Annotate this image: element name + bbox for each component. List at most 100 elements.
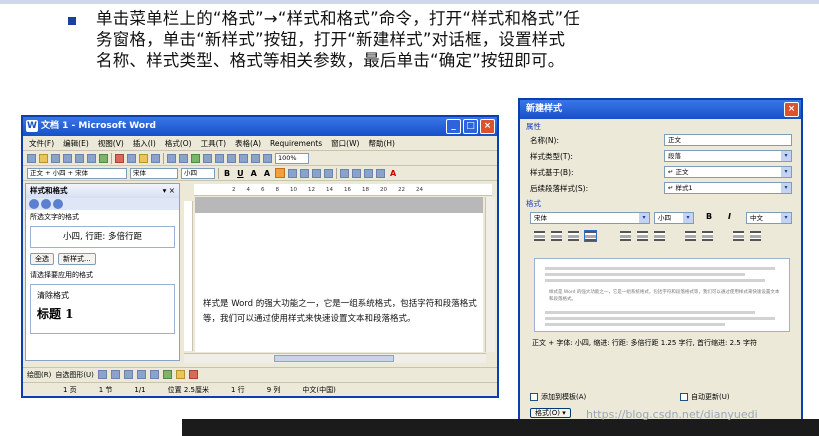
save-icon[interactable] xyxy=(51,153,60,163)
vertical-scrollbar[interactable] xyxy=(485,197,495,352)
menu-tools[interactable]: 工具(T) xyxy=(201,136,226,150)
dialog-close-button[interactable]: × xyxy=(784,102,799,117)
menu-window[interactable]: 窗口(W) xyxy=(331,136,359,150)
dialog-title-bar[interactable]: 新建样式 × xyxy=(520,100,801,119)
select-all-button[interactable]: 全选 xyxy=(30,253,54,265)
menu-help[interactable]: 帮助(H) xyxy=(368,136,395,150)
autoshape-menu[interactable]: 自选图形(U) xyxy=(55,370,94,380)
copy-icon[interactable] xyxy=(127,153,136,163)
decrease-indent-icon[interactable] xyxy=(364,168,374,178)
single-spacing-icon[interactable] xyxy=(620,231,631,241)
format-painter-icon[interactable] xyxy=(151,153,160,163)
double-spacing-icon[interactable] xyxy=(654,231,665,241)
add-template-checkbox[interactable]: 添加到模板(A) xyxy=(530,392,586,402)
new-style-button[interactable]: 新样式... xyxy=(58,253,96,265)
size-select[interactable]: 小四 ▾ xyxy=(654,212,694,224)
document-area[interactable]: 样式是 Word 的强大功能之一，它是一组系统格式，包括字符和段落格式等，我们可… xyxy=(195,197,483,352)
based-on-select[interactable]: ↵ 正文 ▾ xyxy=(664,166,792,178)
permission-icon[interactable] xyxy=(63,153,72,163)
home-icon[interactable] xyxy=(53,199,63,209)
justify-icon[interactable] xyxy=(584,230,597,242)
document-text[interactable]: 样式是 Word 的强大功能之一，它是一组系统格式，包括字符和段落格式等，我们可… xyxy=(203,297,483,327)
pane-close-icon[interactable]: ▾ × xyxy=(163,184,175,198)
font-select[interactable]: 宋体 ▾ xyxy=(530,212,650,224)
cut-icon[interactable] xyxy=(115,153,124,163)
menu-table[interactable]: 表格(A) xyxy=(235,136,261,150)
checkbox-icon[interactable] xyxy=(680,393,688,401)
drawing-icon[interactable] xyxy=(239,153,248,163)
increase-indent-icon[interactable] xyxy=(376,168,386,178)
chevron-down-icon[interactable]: ▾ xyxy=(683,213,693,223)
line-icon[interactable] xyxy=(97,370,107,379)
char-border-button[interactable]: A xyxy=(249,169,259,178)
rectangle-icon[interactable] xyxy=(123,370,133,379)
menu-file[interactable]: 文件(F) xyxy=(29,136,54,150)
textbox-icon[interactable] xyxy=(149,370,159,379)
horizontal-ruler[interactable]: 2 4 6 8 10 12 14 16 18 20 22 24 xyxy=(194,184,492,196)
align-right-icon[interactable] xyxy=(312,168,322,178)
space-after-icon[interactable] xyxy=(702,231,713,241)
fill-color-icon[interactable] xyxy=(175,370,185,379)
one-half-spacing-icon[interactable] xyxy=(637,231,648,241)
align-right-icon[interactable] xyxy=(568,231,579,241)
align-center-icon[interactable] xyxy=(300,168,310,178)
bold-button[interactable]: B xyxy=(706,212,712,221)
space-before-icon[interactable] xyxy=(685,231,696,241)
menu-view[interactable]: 视图(V) xyxy=(98,136,124,150)
print-icon[interactable] xyxy=(75,153,84,163)
columns-icon[interactable] xyxy=(227,153,236,163)
menu-edit[interactable]: 编辑(E) xyxy=(63,136,89,150)
paste-icon[interactable] xyxy=(139,153,148,163)
style-type-select[interactable]: 段落 ▾ xyxy=(664,150,792,162)
line-color-icon[interactable] xyxy=(188,370,198,379)
justify-icon[interactable] xyxy=(324,168,334,178)
chevron-down-icon[interactable]: ▾ xyxy=(781,183,791,193)
undo-icon[interactable] xyxy=(167,153,176,163)
underline-button[interactable]: U xyxy=(235,169,246,178)
menu-insert[interactable]: 插入(I) xyxy=(133,136,156,150)
format-button[interactable]: 格式(O) ▾ xyxy=(530,408,571,418)
spelling-icon[interactable] xyxy=(99,153,108,163)
redo-icon[interactable] xyxy=(179,153,188,163)
forward-icon[interactable] xyxy=(41,199,51,209)
bold-button[interactable]: B xyxy=(222,169,232,178)
font-color-button[interactable]: A xyxy=(388,169,398,178)
menu-requirements[interactable]: Requirements xyxy=(270,136,322,150)
zoom-select[interactable]: 100% xyxy=(275,152,309,164)
list-item-clear-format[interactable]: 清除格式 xyxy=(31,285,174,301)
char-shading-button[interactable]: A xyxy=(262,169,272,178)
align-center-icon[interactable] xyxy=(551,231,562,241)
wordart-icon[interactable] xyxy=(162,370,172,379)
list-item-heading-1[interactable]: 标题 1 xyxy=(31,301,174,322)
align-left-icon[interactable] xyxy=(534,231,545,241)
following-style-select[interactable]: ↵ 样式1 ▾ xyxy=(664,182,792,194)
show-hide-icon[interactable] xyxy=(263,153,272,163)
chevron-down-icon[interactable]: ▾ xyxy=(639,213,649,223)
word-title-bar[interactable]: W 文档 1 - Microsoft Word _ □ × xyxy=(23,117,497,136)
size-select[interactable]: 小四 xyxy=(181,167,215,179)
language-select[interactable]: 中文 ▾ xyxy=(746,212,792,224)
print-preview-icon[interactable] xyxy=(87,153,96,163)
highlight-icon[interactable] xyxy=(275,168,286,178)
new-icon[interactable] xyxy=(27,153,36,163)
hyperlink-icon[interactable] xyxy=(191,153,200,163)
increase-indent-icon[interactable] xyxy=(750,231,761,241)
font-select[interactable]: 宋体 xyxy=(130,167,178,179)
italic-button[interactable]: I xyxy=(728,212,731,221)
excel-icon[interactable] xyxy=(215,153,224,163)
minimize-button[interactable]: _ xyxy=(446,119,461,134)
open-icon[interactable] xyxy=(39,153,48,163)
doc-map-icon[interactable] xyxy=(251,153,260,163)
auto-update-checkbox[interactable]: 自动更新(U) xyxy=(680,392,730,402)
decrease-indent-icon[interactable] xyxy=(733,231,744,241)
oval-icon[interactable] xyxy=(136,370,146,379)
arrow-icon[interactable] xyxy=(110,370,120,379)
table-icon[interactable] xyxy=(203,153,212,163)
style-select[interactable]: 正文 + 小四 + 宋体 xyxy=(27,167,127,179)
close-button[interactable]: × xyxy=(480,119,495,134)
horizontal-scrollbar[interactable] xyxy=(184,353,486,363)
chevron-down-icon[interactable]: ▾ xyxy=(781,151,791,161)
chevron-down-icon[interactable]: ▾ xyxy=(781,213,791,223)
align-left-icon[interactable] xyxy=(288,168,298,178)
bullets-icon[interactable] xyxy=(352,168,362,178)
